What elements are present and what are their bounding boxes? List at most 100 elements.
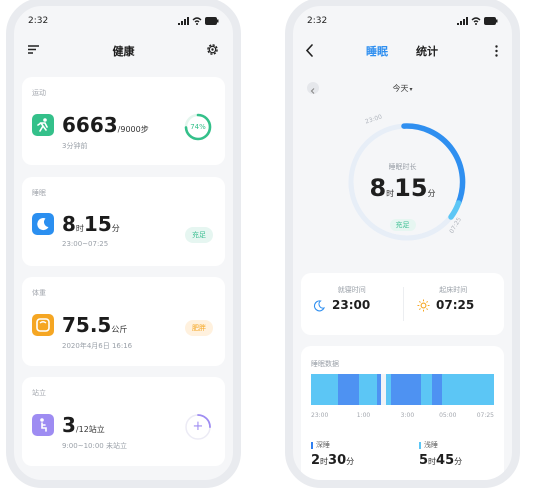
- moon-icon: [32, 213, 54, 235]
- status-bar: 2:32: [307, 16, 498, 30]
- deep-hours: 2: [311, 453, 321, 468]
- more-options-icon[interactable]: [495, 45, 498, 57]
- signal-icon: [457, 17, 468, 25]
- app-bar: 睡眠 统计: [293, 36, 512, 66]
- hours-unit: 时: [386, 189, 395, 198]
- sleep-times-card: 就寝时间 23:00 起床时间 07:25: [301, 273, 504, 335]
- card-category: 睡眠: [32, 189, 46, 197]
- legend-swatch: [311, 441, 313, 449]
- steps-goal: /9000步: [117, 125, 149, 134]
- sleep-range: 23:00~07:25: [62, 240, 109, 248]
- gear-icon[interactable]: [206, 43, 219, 56]
- tab-sleep[interactable]: 睡眠: [366, 43, 388, 59]
- light-sleep-segment: [441, 374, 494, 405]
- time-axis: 23:00 1:00 3:00 05:00 07:25: [311, 412, 494, 422]
- minutes-unit: 分: [346, 457, 355, 466]
- date-selector[interactable]: 今天▾: [293, 83, 512, 94]
- sleep-stage-chart: [311, 374, 494, 405]
- sleep-data-title: 睡眠数据: [311, 360, 339, 368]
- legend-label: 深睡: [316, 441, 330, 449]
- wake-time: 07:25: [417, 298, 474, 312]
- light-minutes: 45: [436, 453, 455, 468]
- hours-unit: 时: [428, 457, 437, 466]
- card-category: 站立: [32, 389, 46, 397]
- running-icon: [32, 114, 54, 136]
- page-title: 健康: [112, 45, 135, 58]
- health-screen: 2:32 健康 运动 6663/9000步 3分钟前 74% 睡眠 8时15分 …: [6, 0, 241, 488]
- sleep-duration-label: 睡眠时长: [388, 163, 417, 171]
- weight-value: 75.5公斤: [62, 313, 127, 337]
- wifi-icon: [192, 17, 202, 25]
- wake-time-value: 07:25: [436, 298, 475, 312]
- status-time: 2:32: [307, 16, 328, 26]
- bed-time: 23:00: [313, 298, 370, 312]
- deep-sleep-segment: [431, 374, 442, 405]
- caret-down-icon: ▾: [409, 86, 413, 93]
- ring-hours: 8: [369, 174, 387, 202]
- steps-progress-label: 74%: [190, 123, 206, 131]
- steps-value: 6663/9000步: [62, 113, 149, 137]
- standing-count: 3: [62, 413, 76, 437]
- legend-label: 浅睡: [424, 441, 438, 449]
- date-label: 今天: [392, 84, 409, 93]
- light-sleep-segment: [311, 374, 338, 405]
- hours-unit: 时: [75, 224, 84, 233]
- status-bar: 2:32: [28, 16, 219, 30]
- axis-tick: 1:00: [356, 412, 371, 419]
- light-sleep-duration: 5时45分: [419, 453, 462, 468]
- axis-tick: 23:00: [311, 412, 329, 419]
- standing-sub: 9:00~10:00 未站立: [62, 442, 127, 450]
- axis-tick: 3:00: [400, 412, 415, 419]
- deep-sleep-segment: [390, 374, 421, 405]
- tab-statistics[interactable]: 统计: [416, 43, 438, 59]
- back-arrow-icon[interactable]: [305, 44, 315, 57]
- exercise-card[interactable]: 运动 6663/9000步 3分钟前 74%: [22, 77, 225, 165]
- app-bar: 健康: [14, 36, 233, 66]
- last-updated: 3分钟前: [62, 142, 88, 150]
- bed-time-value: 23:00: [332, 298, 371, 312]
- deep-sleep-segment: [337, 374, 360, 405]
- status-badge: 充足: [185, 227, 213, 243]
- axis-tick: 07:25: [476, 412, 494, 419]
- battery-icon: [484, 17, 498, 25]
- sleep-minutes: 15: [83, 212, 112, 236]
- light-sleep-segment: [420, 374, 432, 405]
- weight-unit: 公斤: [111, 325, 128, 334]
- axis-tick: 05:00: [439, 412, 457, 419]
- weight-number: 75.5: [62, 313, 112, 337]
- wake-time-label: 起床时间: [439, 286, 468, 294]
- status-time: 2:32: [28, 16, 49, 26]
- ring-minutes: 15: [394, 174, 428, 202]
- standing-icon: [32, 414, 54, 436]
- sleep-card[interactable]: 睡眠 8时15分 23:00~07:25 充足: [22, 177, 225, 266]
- battery-icon: [205, 17, 219, 25]
- sleep-data-card: 睡眠数据 23:00 1:00 3:00 05:00 07:25 深睡 2时30…: [301, 346, 504, 480]
- light-hours: 5: [419, 453, 429, 468]
- moon-outline-icon: [313, 299, 325, 311]
- sleep-screen: 2:32 睡眠 统计 今天▾ 23:00 07:25 睡眠时长 8时15分 充足…: [285, 0, 520, 488]
- sun-icon: [417, 299, 430, 311]
- bed-time-label: 就寝时间: [337, 286, 366, 294]
- minutes-unit: 分: [454, 457, 463, 466]
- wifi-icon: [471, 17, 481, 25]
- weight-timestamp: 2020年4月6日 16:16: [62, 342, 133, 350]
- card-category: 体重: [32, 289, 46, 297]
- standing-card[interactable]: 站立 3/12站立 9:00~10:00 未站立 +: [22, 377, 225, 466]
- signal-icon: [178, 17, 189, 25]
- light-sleep-segment: [359, 374, 377, 405]
- deep-minutes: 30: [328, 453, 347, 468]
- card-category: 运动: [32, 89, 46, 97]
- add-button[interactable]: +: [183, 412, 213, 442]
- ring-badge-wrap: 充足: [293, 212, 512, 231]
- status-badge: 肥胖: [185, 320, 213, 336]
- sleep-duration: 8时15分: [62, 212, 120, 236]
- weight-card[interactable]: 体重 75.5公斤 2020年4月6日 16:16 肥胖: [22, 277, 225, 366]
- standing-value: 3/12站立: [62, 413, 105, 437]
- light-sleep-legend: 浅睡: [419, 440, 438, 450]
- minutes-unit: 分: [111, 224, 120, 233]
- standing-goal: /12站立: [75, 425, 105, 434]
- deep-sleep-legend: 深睡: [311, 440, 330, 450]
- hours-unit: 时: [320, 457, 329, 466]
- sleep-hours: 8: [62, 212, 76, 236]
- steps-count: 6663: [62, 113, 118, 137]
